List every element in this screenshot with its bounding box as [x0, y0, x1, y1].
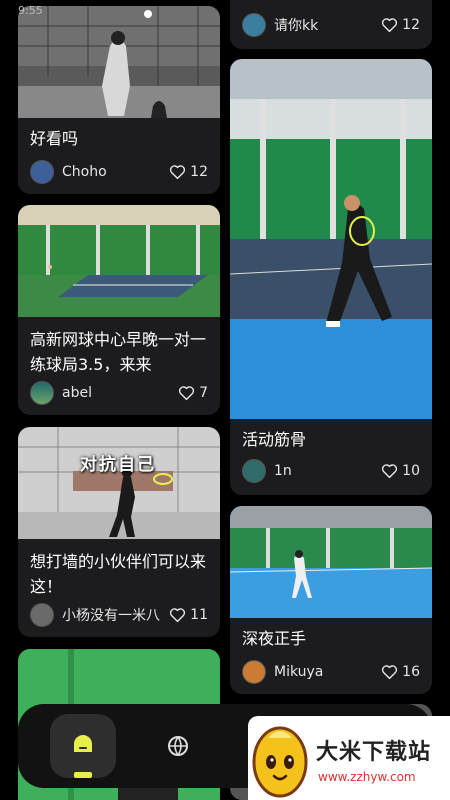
like-button[interactable]: 11: [169, 607, 208, 623]
post-photo: [230, 59, 432, 419]
post-title: 高新网球中心早晚一对一练球局3.5，来来: [30, 330, 207, 374]
post-title: 想打墙的小伙伴们可以来这！: [30, 552, 207, 596]
post-meta: 请你kk 12: [242, 12, 420, 38]
heart-icon: [170, 608, 186, 623]
nav-discover-button[interactable]: [166, 734, 190, 758]
heart-icon: [170, 165, 186, 180]
author-name[interactable]: 请你kk: [274, 15, 381, 35]
author-name[interactable]: abel: [62, 385, 178, 401]
post-meta: abel 7: [30, 380, 208, 406]
post-photo: [230, 506, 432, 618]
post-card[interactable]: 对抗自己 想打墙的小伙伴们可以来这！ 小杨没有一米八 11: [18, 427, 220, 637]
home-icon: [74, 735, 92, 778]
watermark-title: 大米下载站: [316, 740, 432, 765]
globe-icon: [168, 736, 188, 756]
post-title: 深夜正手: [242, 629, 307, 648]
heart-icon: [382, 464, 398, 479]
like-button[interactable]: 10: [381, 463, 420, 479]
like-count: 10: [402, 463, 420, 479]
post-meta: Choho 12: [30, 159, 208, 185]
avatar[interactable]: [30, 160, 54, 184]
avatar[interactable]: [242, 660, 266, 684]
author-name[interactable]: 小杨没有一米八: [62, 605, 169, 625]
post-photo: [18, 6, 220, 118]
nav-home-button[interactable]: [50, 714, 116, 778]
post-card[interactable]: 请你kk 12: [230, 0, 432, 49]
post-meta: 1n 10: [242, 458, 420, 484]
like-count: 7: [199, 385, 208, 401]
post-card[interactable]: 活动筋骨 1n 10: [230, 59, 432, 495]
post-title: 活动筋骨: [242, 430, 307, 449]
post-photo: [18, 205, 220, 317]
author-name[interactable]: 1n: [274, 463, 381, 479]
post-card[interactable]: 高新网球中心早晚一对一练球局3.5，来来 abel 7: [18, 205, 220, 415]
post-meta: 小杨没有一米八 11: [30, 602, 208, 628]
post-photo: 对抗自己: [18, 427, 220, 539]
like-button[interactable]: 12: [169, 164, 208, 180]
author-name[interactable]: Choho: [62, 164, 169, 180]
like-button[interactable]: 7: [178, 385, 208, 401]
like-count: 11: [190, 607, 208, 623]
post-card[interactable]: 深夜正手 Mikuya 16: [230, 506, 432, 694]
watermark: 大米下载站 www.zzhyw.com: [248, 716, 450, 800]
avatar[interactable]: [242, 13, 266, 37]
avatar[interactable]: [30, 381, 54, 405]
avatar[interactable]: [242, 459, 266, 483]
overlay-caption: 对抗自己: [80, 455, 156, 475]
like-count: 12: [402, 17, 420, 33]
rice-logo-icon: [252, 726, 308, 798]
author-name[interactable]: Mikuya: [274, 664, 381, 680]
heart-icon: [382, 18, 398, 33]
like-button[interactable]: 12: [381, 17, 420, 33]
post-meta: Mikuya 16: [242, 659, 420, 685]
watermark-url: www.zzhyw.com: [318, 770, 416, 784]
post-title: 好看吗: [30, 129, 79, 148]
like-count: 12: [190, 164, 208, 180]
status-time: 9:55: [18, 4, 43, 17]
like-count: 16: [402, 664, 420, 680]
post-card[interactable]: 好看吗 Choho 12: [18, 6, 220, 194]
like-button[interactable]: 16: [381, 664, 420, 680]
heart-icon: [382, 665, 398, 680]
heart-icon: [178, 386, 195, 401]
avatar[interactable]: [30, 603, 54, 627]
